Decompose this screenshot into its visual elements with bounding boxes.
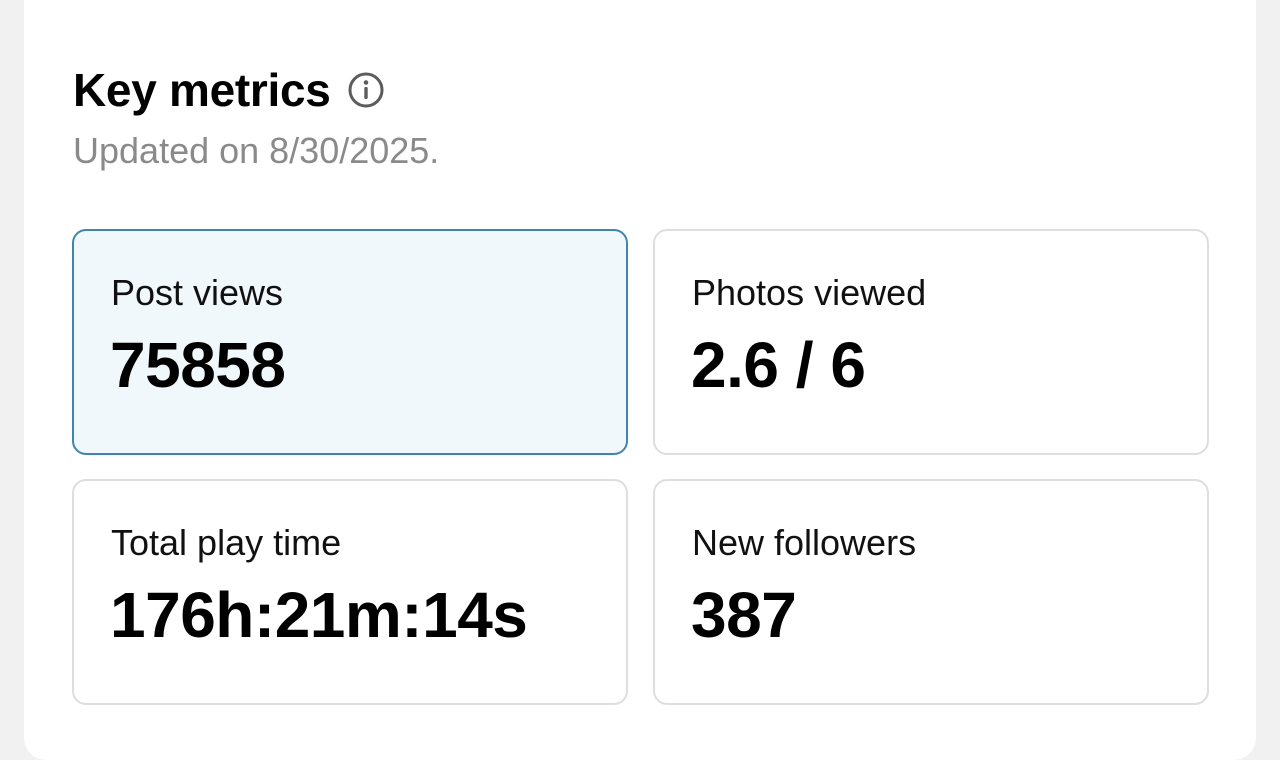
metric-value: 176h:21m:14s <box>110 579 528 651</box>
metric-card-total-play-time[interactable]: Total play time 176h:21m:14s <box>72 479 628 705</box>
metric-value: 387 <box>691 579 797 651</box>
metric-card-post-views[interactable]: Post views 75858 <box>72 229 628 455</box>
metric-label: New followers <box>692 522 917 563</box>
metric-card-photos-viewed[interactable]: Photos viewed 2.6 / 6 <box>653 229 1209 455</box>
updated-timestamp: Updated on 8/30/2025. <box>73 130 440 171</box>
metric-value: 75858 <box>110 329 286 401</box>
metric-label: Post views <box>111 272 284 313</box>
metric-label: Photos viewed <box>692 272 927 313</box>
metric-value: 2.6 / 6 <box>691 329 866 401</box>
page-title: Key metrics <box>73 64 331 116</box>
header: Key metrics <box>73 62 385 118</box>
info-icon[interactable] <box>347 71 385 109</box>
metric-card-new-followers[interactable]: New followers 387 <box>653 479 1209 705</box>
metric-label: Total play time <box>111 522 342 563</box>
